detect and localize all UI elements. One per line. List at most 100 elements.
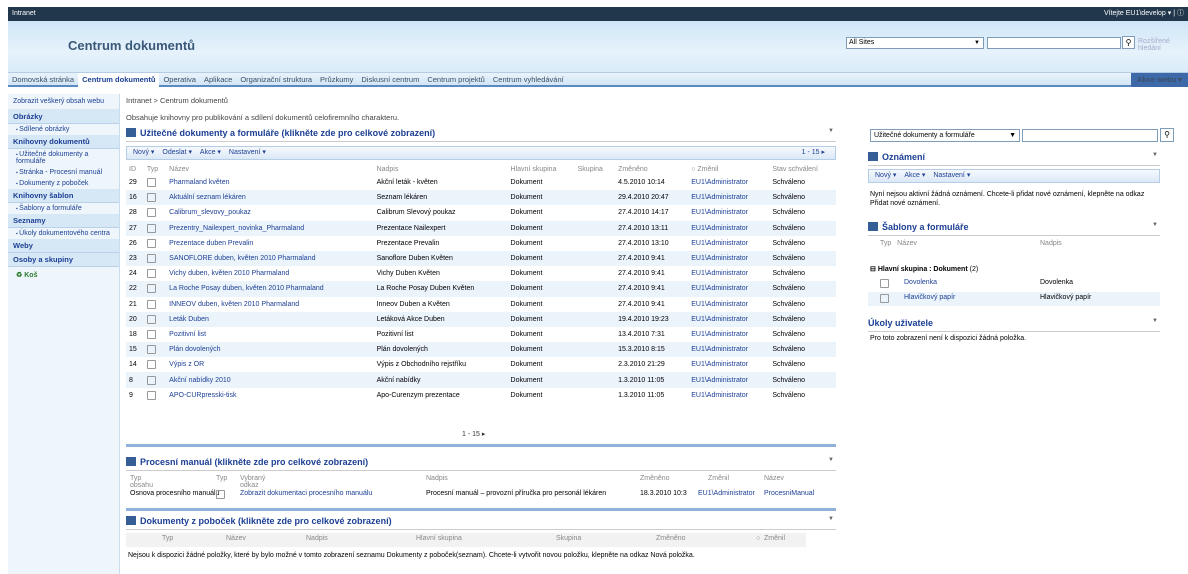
- col-modified-by[interactable]: ○ Změnil: [688, 163, 769, 175]
- table-cell[interactable]: Pozitivní list: [166, 327, 373, 342]
- nav-item[interactable]: Dokumenty z poboček: [8, 178, 119, 189]
- table-cell[interactable]: SANOFLORE duben, květen 2010 Pharmaland: [166, 250, 374, 267]
- table-row[interactable]: 15 Plán dovolených Plán dovolených Dokument…: [126, 342, 836, 358]
- table-cell[interactable]: Prezentry_Nailexpert_novinka_Pharmaland: [166, 220, 374, 236]
- new-button[interactable]: Nový ▾: [133, 149, 154, 156]
- breadcrumb[interactable]: Intranet > Centrum dokumentů: [126, 96, 228, 105]
- table-row[interactable]: 8 Akční nabídky 2010 Akční nabídky Dokument…: [126, 372, 836, 388]
- table-cell[interactable]: Pharmaland květen: [166, 175, 373, 190]
- templates-title[interactable]: Šablony a formuláře ▼: [868, 222, 1160, 236]
- col-group[interactable]: Skupina: [575, 163, 615, 175]
- advanced-search-link[interactable]: Rozšířené hledání: [1138, 38, 1188, 52]
- template-link[interactable]: Dovolenka: [904, 279, 937, 286]
- nav-item-home[interactable]: Domovská stránka: [8, 73, 78, 87]
- table-row[interactable]: 22 La Roche Posay duben, květen 2010 Phar…: [126, 281, 836, 297]
- search-icon[interactable]: ⚲: [1122, 36, 1135, 49]
- table-cell[interactable]: EU1\Administrator: [688, 297, 769, 312]
- webpart-menu-icon[interactable]: ▼: [828, 457, 834, 463]
- nav-heading[interactable]: Knihovny šablon: [8, 189, 119, 203]
- col-id[interactable]: ID: [126, 163, 144, 175]
- actions-button[interactable]: Akce ▾: [200, 149, 221, 156]
- search-input[interactable]: [987, 37, 1121, 49]
- table-row[interactable]: 9 APO-CURpresski-tisk Apo-Curenzym prezent…: [126, 388, 836, 403]
- nav-item-document-center[interactable]: Centrum dokumentů: [78, 73, 160, 87]
- table-cell[interactable]: Vichy duben, květen 2010 Pharmaland: [166, 266, 373, 281]
- table-row[interactable]: 27 Prezentry_Nailexpert_novinka_Pharmalan…: [126, 220, 836, 236]
- settings-button[interactable]: Nastavení ▾: [229, 149, 266, 156]
- nav-item-operativa[interactable]: Operativa: [159, 73, 200, 87]
- table-row[interactable]: 26 Prezentace duben Prevalin Prezentace Pr…: [126, 236, 836, 251]
- table-row[interactable]: 28 Calibrum_slevovy_poukaz Calibrum Slevov…: [126, 205, 836, 220]
- list-search-input[interactable]: [1022, 129, 1158, 142]
- table-cell[interactable]: EU1\Administrator: [688, 266, 769, 281]
- table-row[interactable]: 21 INNEOV duben, květen 2010 Pharmaland In…: [126, 297, 836, 312]
- nav-item[interactable]: Stránka - Procesní manuál: [8, 167, 119, 178]
- wp-useful-docs-title[interactable]: Užitečné dokumenty a formuláře (klikněte…: [126, 128, 836, 142]
- table-cell[interactable]: EU1\Administrator: [688, 281, 770, 297]
- table-row[interactable]: 29 Pharmaland květen Akční leták - květen D…: [126, 175, 836, 190]
- table-cell[interactable]: Výpis z OR: [166, 357, 373, 372]
- wp-process-manual-title[interactable]: Procesní manuál (klikněte zde pro celkov…: [126, 457, 836, 471]
- table-cell[interactable]: Leták Duben: [166, 311, 374, 327]
- nav-item-search-center[interactable]: Centrum vyhledávání: [489, 73, 568, 87]
- table-cell[interactable]: EU1\Administrator: [688, 205, 769, 220]
- table-cell[interactable]: EU1\Administrator: [688, 175, 769, 190]
- col-name[interactable]: Název: [166, 163, 373, 175]
- webpart-menu-icon[interactable]: ▼: [1152, 222, 1158, 228]
- table-row[interactable]: 24 Vichy duben, květen 2010 Pharmaland Vic…: [126, 266, 836, 281]
- col-title[interactable]: Nadpis: [374, 163, 508, 175]
- wp-branch-docs-title[interactable]: Dokumenty z poboček (klikněte zde pro ce…: [126, 516, 836, 530]
- table-cell[interactable]: EU1\Administrator: [688, 372, 770, 388]
- table-cell[interactable]: EU1\Administrator: [688, 311, 770, 327]
- table-cell[interactable]: APO-CURpresski-tisk: [166, 388, 373, 403]
- table-row[interactable]: 20 Leták Duben Letáková Akce Duben Dokument…: [126, 311, 836, 327]
- table-cell[interactable]: Akční nabídky 2010: [166, 372, 374, 388]
- nav-heading[interactable]: Obrázky: [8, 110, 119, 124]
- webpart-menu-icon[interactable]: ▼: [828, 516, 834, 522]
- table-cell[interactable]: INNEOV duben, květen 2010 Pharmaland: [166, 297, 373, 312]
- new-announcement-button[interactable]: Nový ▾: [875, 172, 896, 179]
- table-row[interactable]: 16 Aktuální seznam lékáren Seznam lékáren D…: [126, 190, 836, 206]
- table-row[interactable]: 14 Výpis z OR Výpis z Obchodního rejstříku…: [126, 357, 836, 372]
- search-scope-select[interactable]: All Sites ▼: [846, 37, 984, 49]
- nav-heading[interactable]: Weby: [8, 239, 119, 253]
- view-all-content-link[interactable]: Zobrazit veškerý obsah webu: [8, 94, 119, 110]
- table-cell[interactable]: EU1\Administrator: [688, 388, 769, 403]
- ann-actions-button[interactable]: Akce ▾: [904, 172, 925, 179]
- search-icon[interactable]: ⚲: [1160, 128, 1174, 142]
- table-cell[interactable]: EU1\Administrator: [688, 342, 770, 358]
- manual-doc-link[interactable]: Zobrazit dokumentaci procesního manuálu: [240, 490, 372, 497]
- webpart-menu-icon[interactable]: ▼: [828, 128, 834, 134]
- nav-heading[interactable]: Seznamy: [8, 214, 119, 228]
- tpl-group-header[interactable]: ⊟ Hlavní skupina : Dokument (2): [870, 265, 978, 273]
- nav-heading[interactable]: Osoby a skupiny: [8, 253, 119, 267]
- ann-settings-button[interactable]: Nastavení ▾: [933, 172, 970, 179]
- table-cell[interactable]: Plán dovolených: [166, 342, 374, 358]
- table-cell[interactable]: EU1\Administrator: [688, 190, 770, 206]
- nav-item[interactable]: Šablony a formuláře: [8, 203, 119, 214]
- nav-item-aplikace[interactable]: Aplikace: [200, 73, 236, 87]
- site-actions-button[interactable]: Akce webu ▾: [1130, 73, 1188, 87]
- col-approval[interactable]: Stav schválení: [769, 163, 836, 175]
- col-modified[interactable]: Změněno: [615, 163, 688, 175]
- table-cell[interactable]: La Roche Posay duben, květen 2010 Pharma…: [166, 281, 374, 297]
- pager[interactable]: 1 - 15 ▸: [462, 430, 485, 438]
- table-cell[interactable]: EU1\Administrator: [688, 327, 769, 342]
- table-cell[interactable]: EU1\Administrator: [688, 357, 769, 372]
- webpart-menu-icon[interactable]: ▼: [1152, 152, 1158, 158]
- table-cell[interactable]: EU1\Administrator: [688, 250, 770, 267]
- tasks-title[interactable]: Úkoly uživatele ▼: [868, 318, 1160, 332]
- recycle-bin-link[interactable]: ♻ Koš: [8, 267, 119, 283]
- list-search-scope[interactable]: Užitečné dokumenty a formuláře ▼: [870, 129, 1020, 142]
- webpart-menu-icon[interactable]: ▼: [1152, 318, 1158, 324]
- table-cell[interactable]: EU1\Administrator: [688, 220, 770, 236]
- modified-by-link[interactable]: EU1\Administrator: [698, 490, 755, 497]
- table-cell[interactable]: Aktuální seznam lékáren: [166, 190, 374, 206]
- nav-item[interactable]: Úkoly dokumentového centra: [8, 228, 119, 239]
- intranet-link[interactable]: Intranet: [12, 10, 36, 17]
- upload-button[interactable]: Odeslat ▾: [162, 149, 192, 156]
- table-cell[interactable]: Prezentace duben Prevalin: [166, 236, 373, 251]
- nav-item-projects[interactable]: Centrum projektů: [423, 73, 489, 87]
- table-row[interactable]: 18 Pozitivní list Pozitivní list Dokument 13…: [126, 327, 836, 342]
- nav-item-surveys[interactable]: Průzkumy: [316, 73, 357, 87]
